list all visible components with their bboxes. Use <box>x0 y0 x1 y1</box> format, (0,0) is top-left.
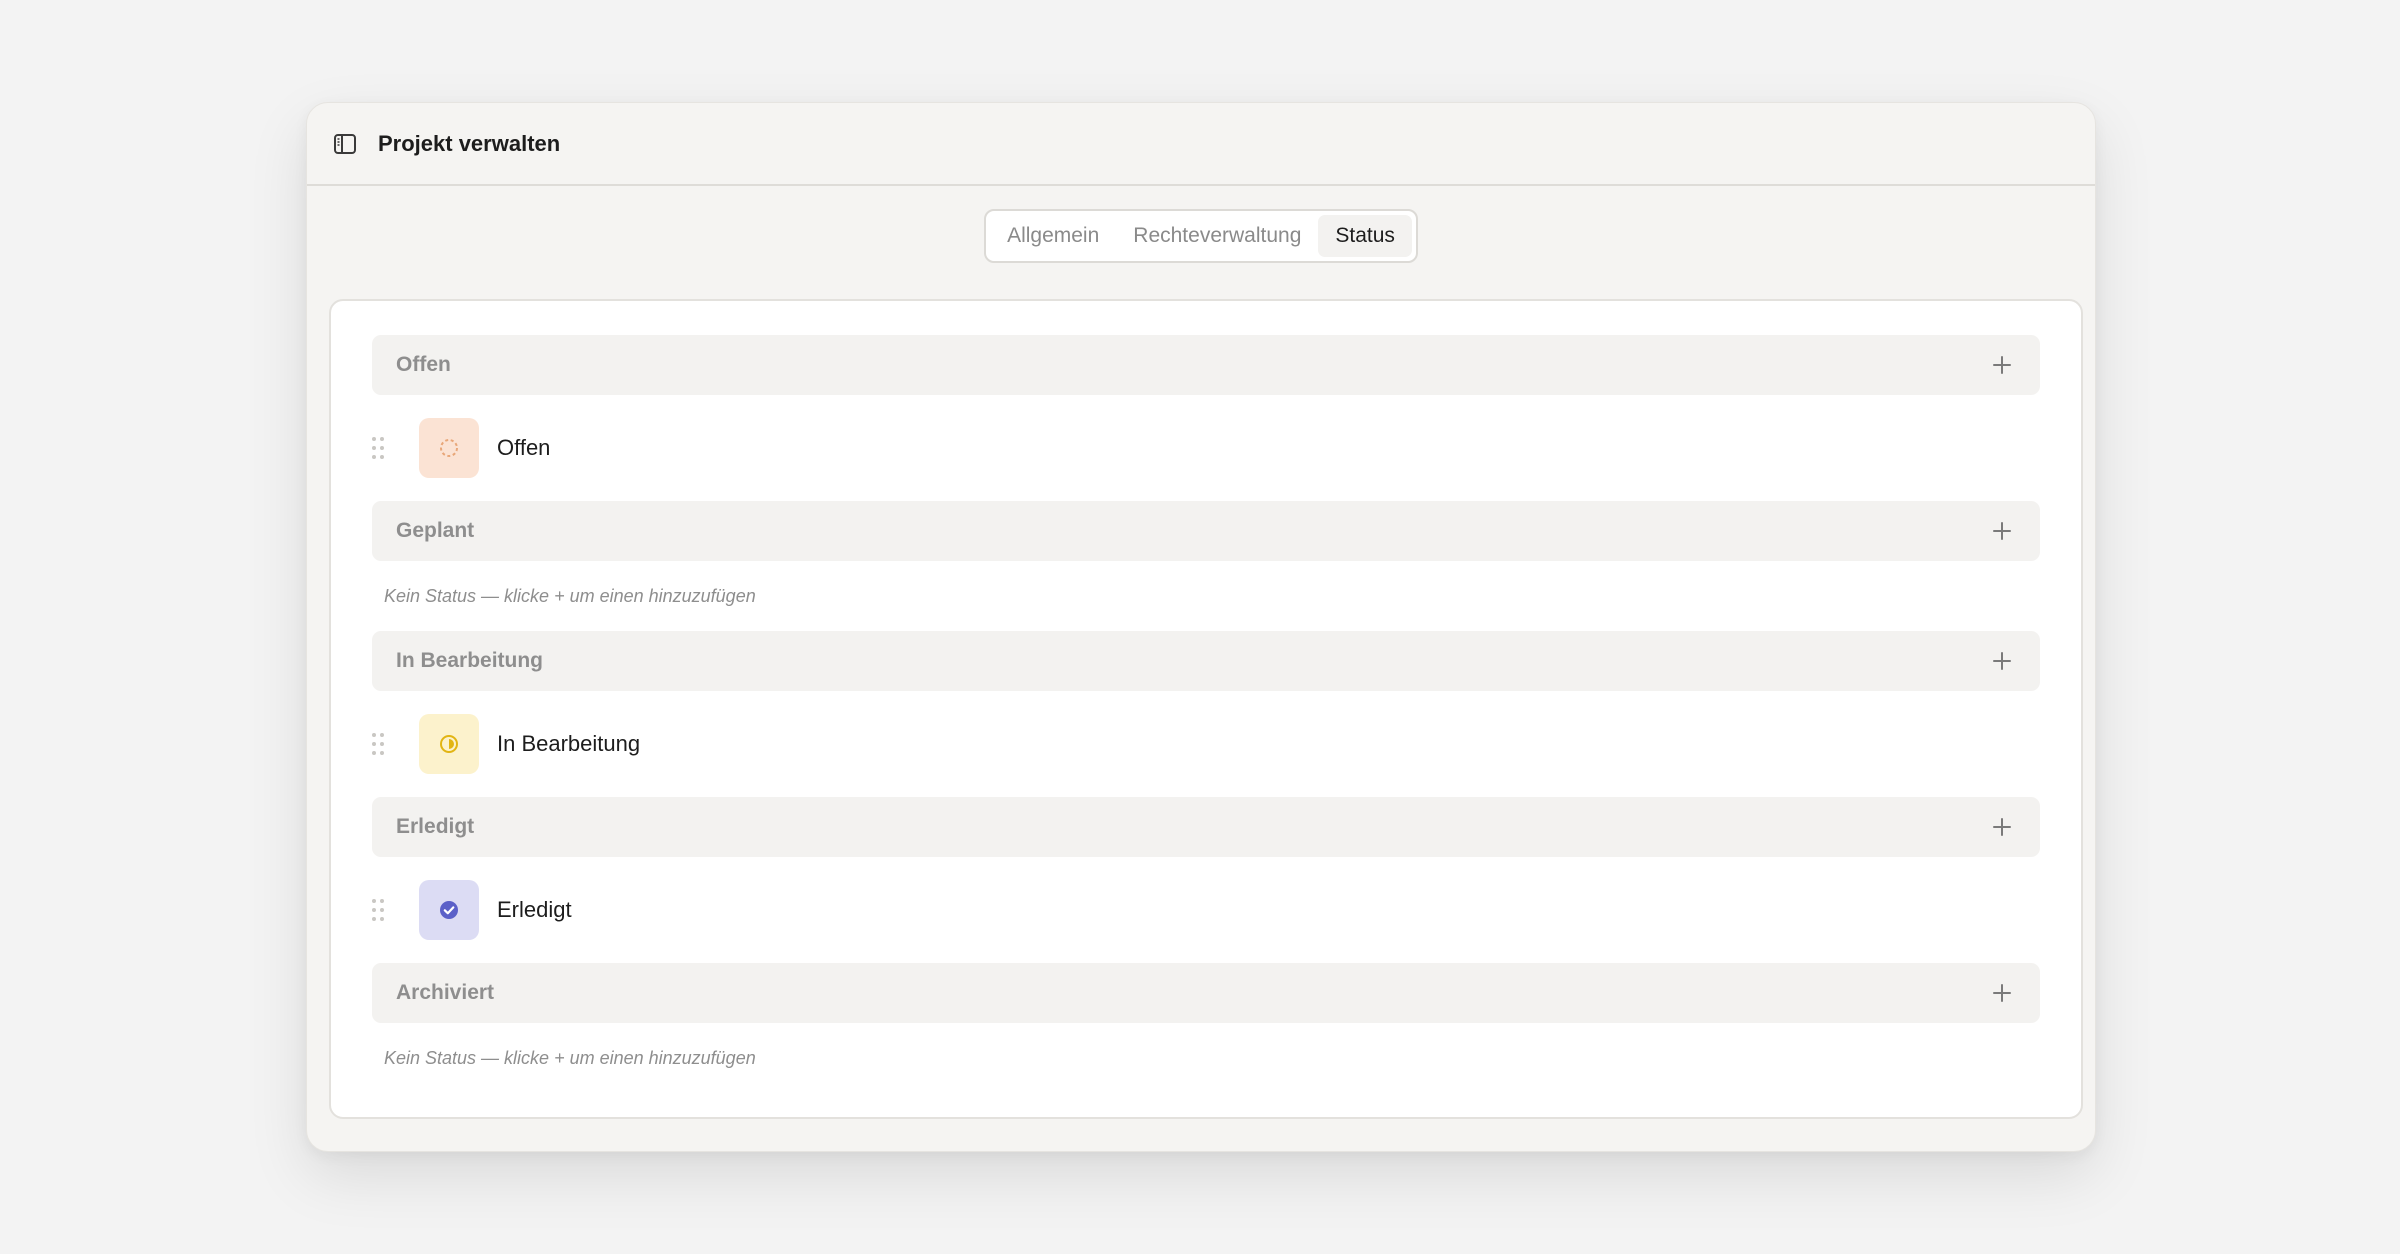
drag-handle-icon[interactable] <box>372 733 384 755</box>
status-icon-tile <box>419 418 479 478</box>
group-label: Archiviert <box>396 981 495 1004</box>
status-name: In Bearbeitung <box>497 731 641 756</box>
plus-icon[interactable] <box>1988 647 2016 675</box>
tab-bar-wrapper: Allgemein Rechteverwaltung Status <box>307 209 2095 263</box>
sidebar-toggle-icon[interactable] <box>328 127 362 161</box>
group-header-archiviert: Archiviert <box>372 963 2040 1023</box>
dashed-circle-icon <box>440 439 458 457</box>
status-icon-tile <box>419 880 479 940</box>
check-circle-icon <box>440 901 458 919</box>
group-header-erledigt: Erledigt <box>372 797 2040 857</box>
group-label: Erledigt <box>396 815 475 838</box>
status-item-erledigt[interactable]: Erledigt <box>372 857 2040 963</box>
status-item-offen[interactable]: Offen <box>372 395 2040 501</box>
tab-bar: Allgemein Rechteverwaltung Status <box>984 209 1418 263</box>
drag-handle-icon[interactable] <box>372 437 384 459</box>
status-item-in-bearbeitung[interactable]: In Bearbeitung <box>372 691 2040 797</box>
tab-rechteverwaltung[interactable]: Rechteverwaltung <box>1116 215 1318 257</box>
tab-allgemein[interactable]: Allgemein <box>990 215 1116 257</box>
empty-status-hint: Kein Status — klicke + um einen hinzuzuf… <box>384 1047 756 1068</box>
titlebar: Projekt verwalten <box>307 103 2095 186</box>
plus-icon[interactable] <box>1988 517 2016 545</box>
plus-icon[interactable] <box>1988 813 2016 841</box>
group-header-in-bearbeitung: In Bearbeitung <box>372 631 2040 691</box>
status-icon-tile <box>419 714 479 774</box>
status-name: Offen <box>497 435 551 460</box>
page-title: Projekt verwalten <box>378 130 561 156</box>
tab-status[interactable]: Status <box>1318 215 1412 257</box>
half-circle-icon <box>440 735 458 753</box>
group-label: Offen <box>396 353 451 376</box>
empty-status-hint: Kein Status — klicke + um einen hinzuzuf… <box>384 585 756 606</box>
group-label: Geplant <box>396 519 475 542</box>
group-label: In Bearbeitung <box>396 649 544 672</box>
group-header-offen: Offen <box>372 335 2040 395</box>
status-name: Erledigt <box>497 897 572 922</box>
status-groups-card: Offen Offen Geplant Kein Status — klicke <box>329 299 2083 1119</box>
group-header-geplant: Geplant <box>372 501 2040 561</box>
project-settings-window: Projekt verwalten Allgemein Rechteverwal… <box>306 102 2096 1152</box>
plus-icon[interactable] <box>1988 979 2016 1007</box>
drag-handle-icon[interactable] <box>372 899 384 921</box>
plus-icon[interactable] <box>1988 351 2016 379</box>
